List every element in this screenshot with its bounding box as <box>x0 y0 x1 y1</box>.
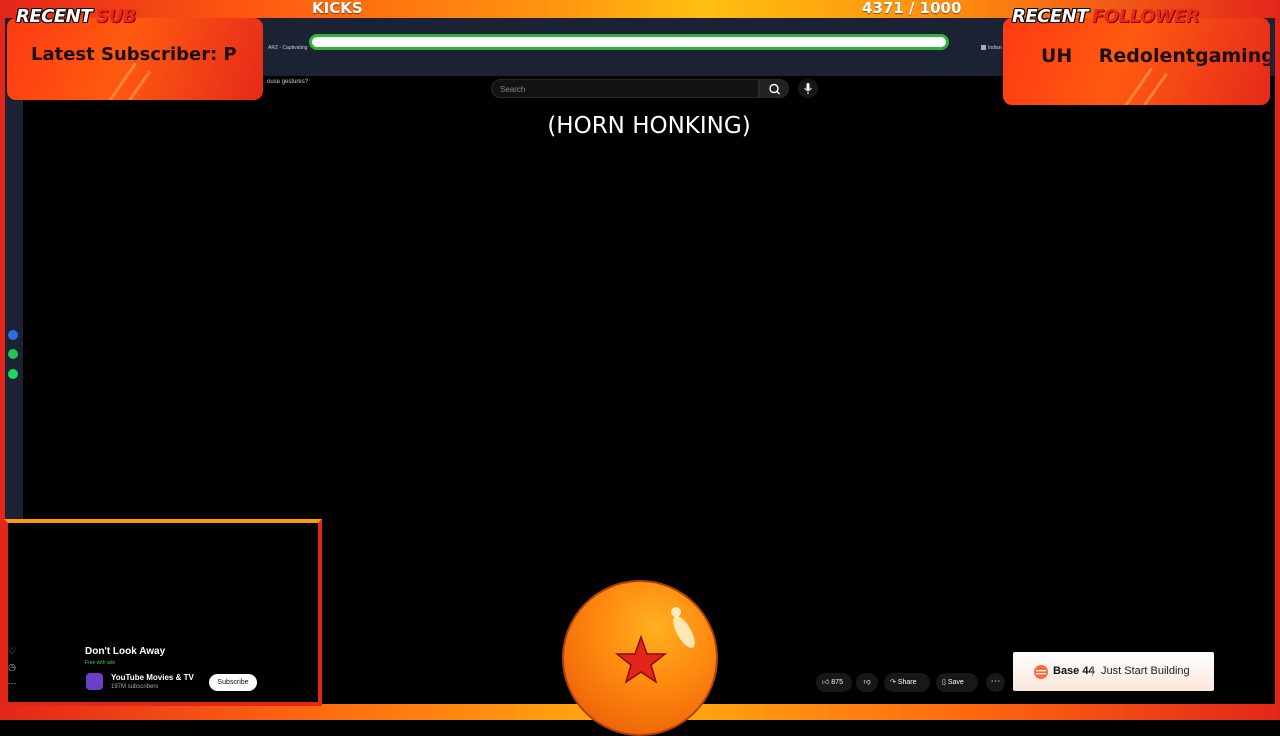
kicks-goal-progress-bar <box>309 34 949 50</box>
ad-tagline: Just Start Building <box>1101 665 1190 677</box>
kicks-goal-count: 4371 / 1000 <box>862 0 962 17</box>
channel-subscriber-count: 197M subscribers <box>111 684 159 690</box>
kicks-goal-label: KICKS <box>312 0 363 17</box>
ad-separator: | <box>1091 665 1094 677</box>
recent-subscriber-panel: Latest Subscriber: P <box>7 18 263 100</box>
heart-icon[interactable]: ♡ <box>7 646 17 656</box>
ad-banner[interactable]: Base 44 | Just Start Building <box>1013 652 1214 691</box>
channel-name[interactable]: YouTube Movies & TV <box>111 673 194 682</box>
like-button[interactable]: 👍︎ 875 <box>816 673 852 692</box>
more-icon: ⋯ <box>990 676 1001 687</box>
channel-avatar[interactable] <box>86 673 103 690</box>
ad-brand: Base 44 <box>1053 665 1095 677</box>
subscribe-button[interactable]: Subscribe <box>209 674 257 691</box>
recent-follower-panel: UH Redolentgaming <box>1003 18 1270 105</box>
dragon-ball-icon <box>562 580 718 736</box>
whatsapp-icon[interactable] <box>8 349 18 359</box>
search-input[interactable] <box>500 82 750 96</box>
share-button[interactable]: ↷ Share <box>884 673 930 692</box>
voice-search-button[interactable] <box>798 79 818 98</box>
spotify-icon[interactable] <box>8 369 18 379</box>
dislike-button[interactable]: 👎︎ <box>856 673 878 692</box>
more-icon[interactable]: ⋯ <box>7 678 17 688</box>
free-with-ads-badge: Free with ads <box>85 660 116 666</box>
page-icon <box>981 45 986 51</box>
bookmark-icon: ▯ <box>942 679 946 686</box>
clock-icon[interactable]: ◷ <box>7 662 17 672</box>
mic-icon <box>804 83 812 94</box>
latest-subscriber-text: Latest Subscriber: P <box>31 44 236 65</box>
thumbs-up-icon: 👍︎ <box>822 679 830 686</box>
video-caption: (HORN HONKING) <box>547 113 751 139</box>
search-button[interactable] <box>759 79 789 98</box>
more-actions-button[interactable]: ⋯ <box>986 673 1005 692</box>
save-button[interactable]: ▯ Save <box>936 673 978 692</box>
search-icon <box>769 83 780 95</box>
gesture-prompt[interactable]: ouse gestures? <box>267 79 308 85</box>
recent-sub-header: RECENT SUB <box>16 6 136 27</box>
recent-follower-header: RECENT FOLLOWER <box>1012 6 1200 27</box>
base44-logo-icon <box>1034 665 1048 679</box>
share-icon: ↷ <box>890 679 896 686</box>
video-title[interactable]: Don't Look Away <box>85 646 165 657</box>
messenger-icon[interactable] <box>8 330 18 340</box>
search-box <box>491 79 759 98</box>
latest-follower-text: UH Redolentgaming <box>1041 45 1270 67</box>
thumbs-down-icon: 👎︎ <box>863 679 871 686</box>
